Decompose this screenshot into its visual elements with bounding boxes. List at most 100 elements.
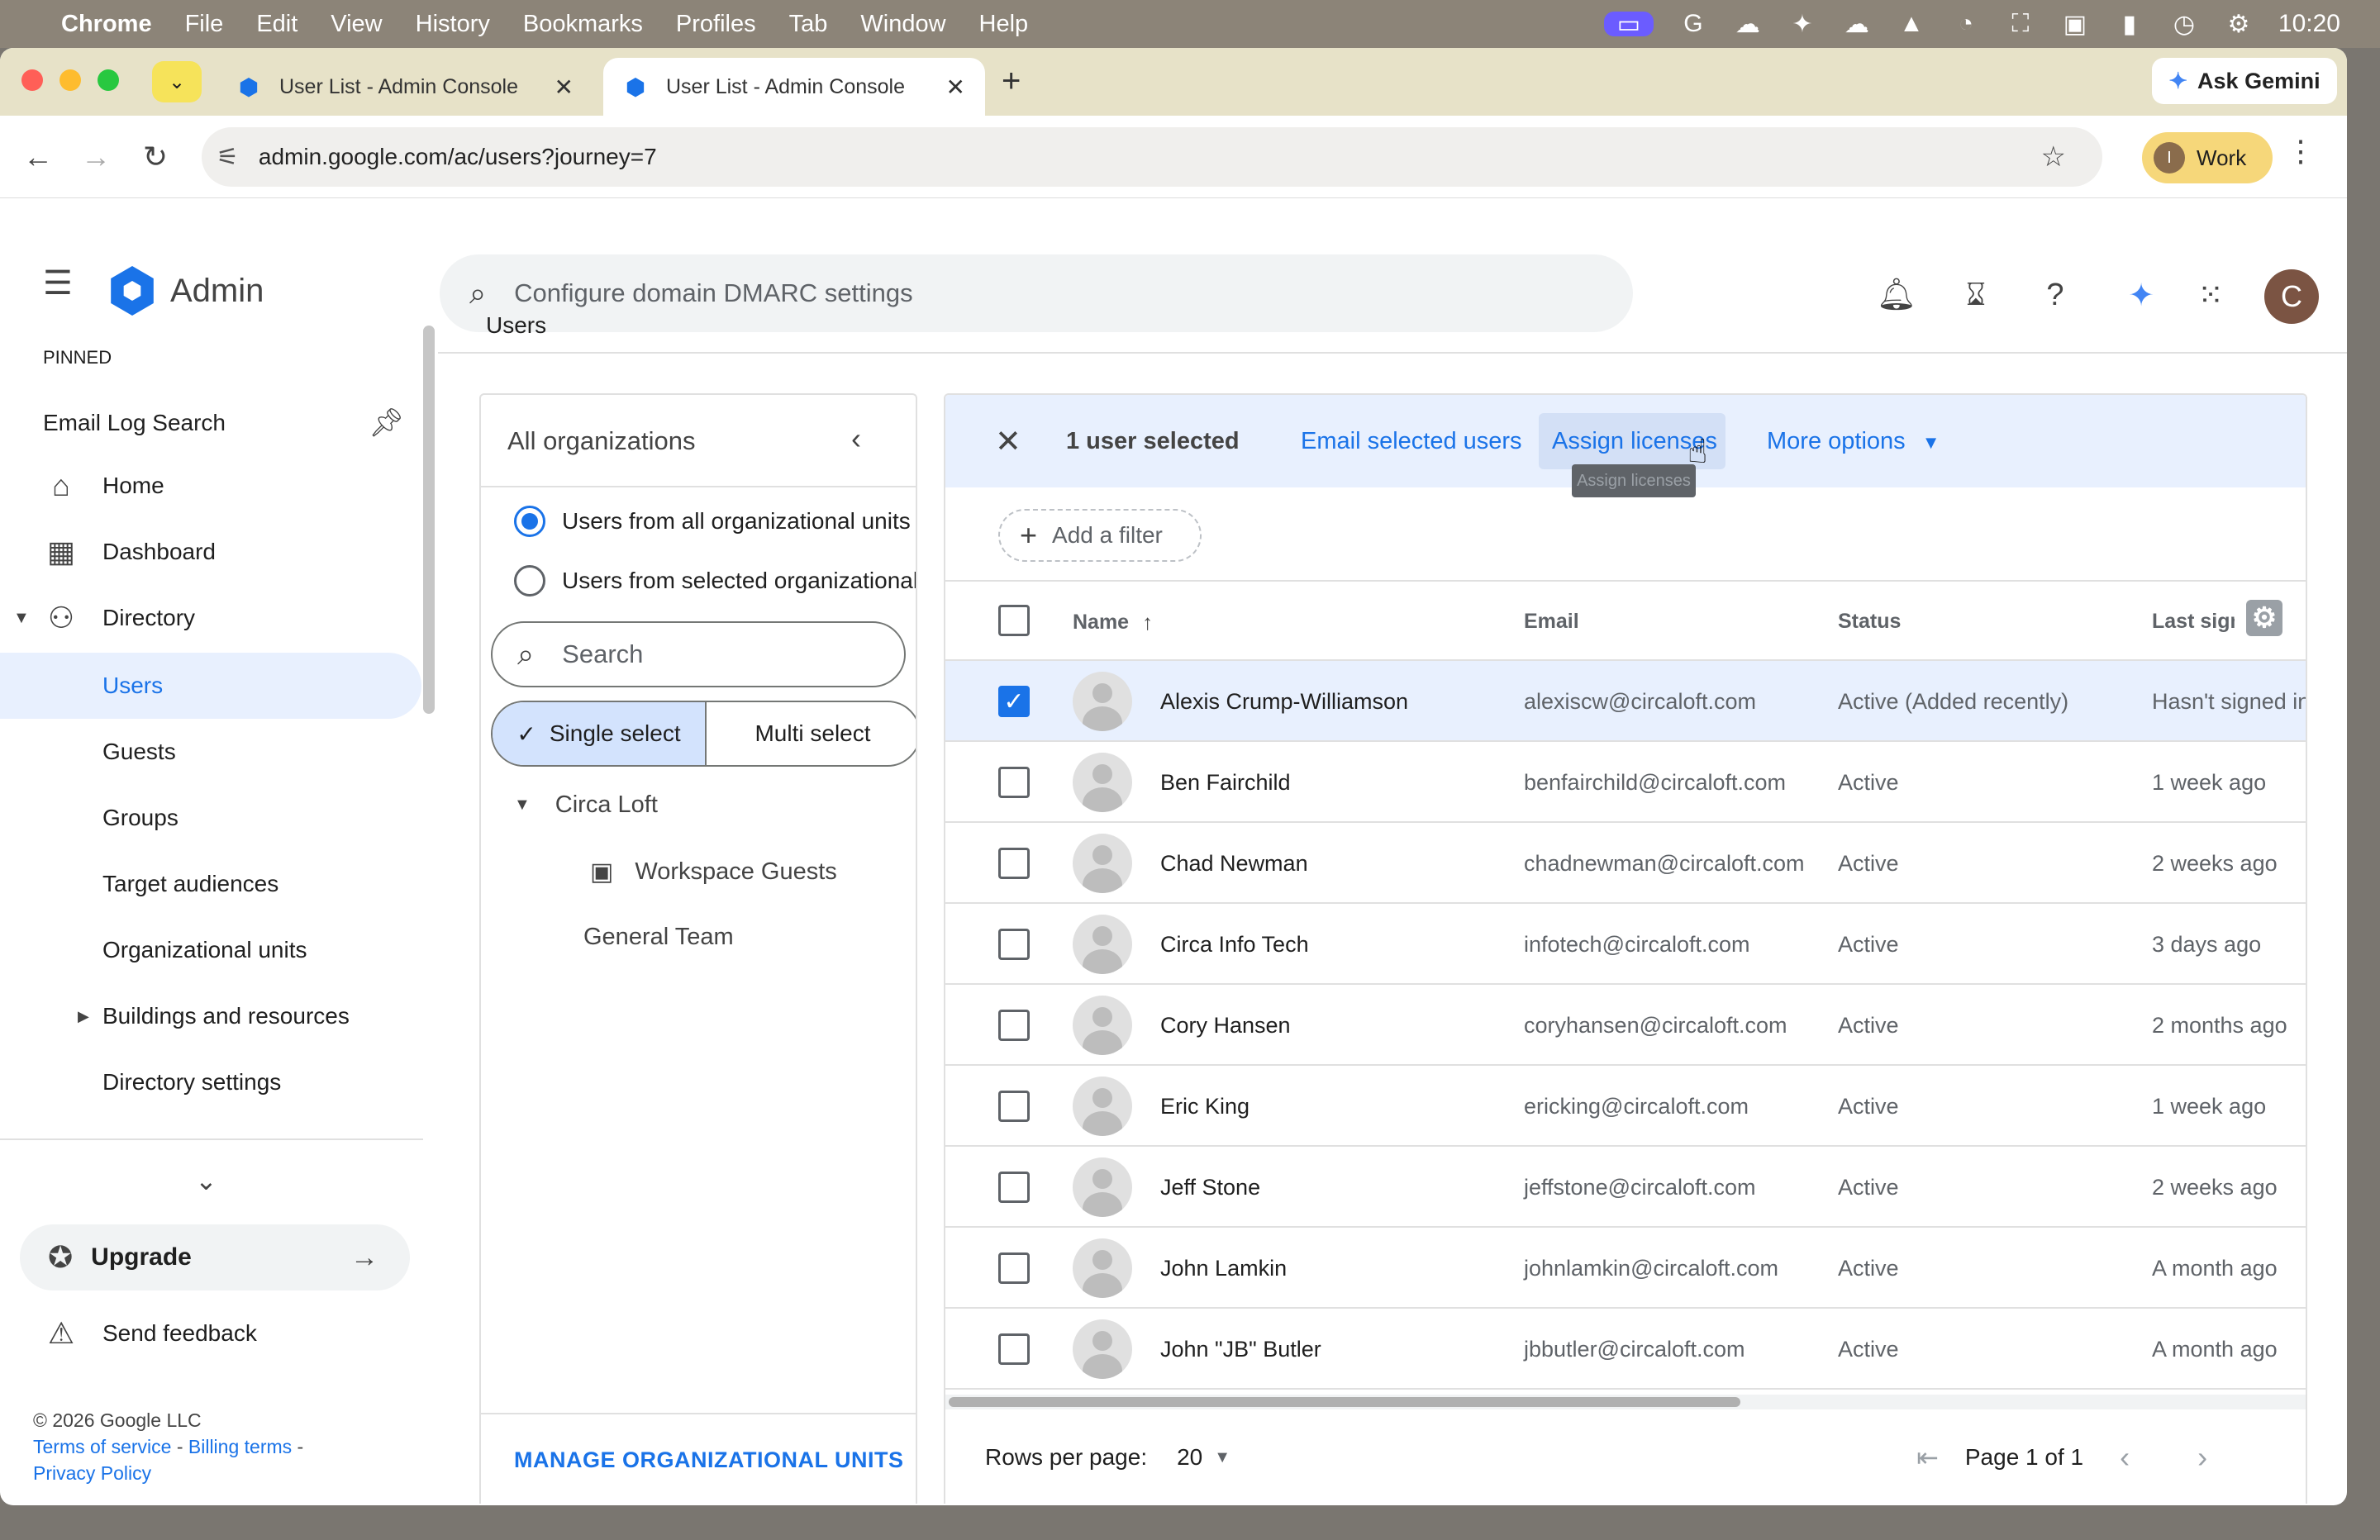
- menu-edit[interactable]: Edit: [256, 11, 298, 38]
- tab-2-active[interactable]: ⬢ User List - Admin Console ✕: [603, 58, 985, 116]
- user-name[interactable]: John Lamkin: [1160, 1228, 1287, 1309]
- creative-cloud-icon[interactable]: ☁: [1842, 11, 1872, 38]
- sidebar-item-organizational-units[interactable]: Organizational units: [0, 917, 421, 983]
- bookmark-star-icon[interactable]: ☆: [2041, 140, 2066, 173]
- close-tab-icon[interactable]: ✕: [946, 74, 965, 101]
- menu-chrome[interactable]: Chrome: [61, 11, 152, 38]
- sparkle-icon[interactable]: ✦: [1787, 11, 1817, 38]
- horizontal-scrollbar-thumb[interactable]: [949, 1397, 1740, 1407]
- profile-button[interactable]: I Work: [2142, 132, 2273, 183]
- email-selected-users-button[interactable]: Email selected users: [1301, 428, 1522, 455]
- select-all-checkbox[interactable]: [998, 605, 1030, 636]
- add-filter-button[interactable]: + Add a filter: [998, 509, 1202, 562]
- radio-selected-units[interactable]: Users from selected organizational units: [514, 565, 916, 597]
- battery-icon[interactable]: ▮: [2115, 11, 2144, 38]
- sidebar-item-target-audiences[interactable]: Target audiences: [0, 851, 421, 917]
- menu-tab[interactable]: Tab: [789, 11, 828, 38]
- row-checkbox[interactable]: [998, 1010, 1030, 1041]
- new-tab-icon[interactable]: +: [1002, 63, 1021, 100]
- menu-bookmarks[interactable]: Bookmarks: [523, 11, 643, 38]
- sidebar-item-directory-settings[interactable]: Directory settings: [0, 1049, 421, 1115]
- user-name[interactable]: Chad Newman: [1160, 823, 1308, 904]
- next-page-chevron-icon[interactable]: ›: [2197, 1440, 2207, 1475]
- horizontal-scrollbar[interactable]: [945, 1395, 2306, 1409]
- radio-all-units[interactable]: Users from all organizational units: [514, 506, 911, 537]
- close-tab-icon[interactable]: ✕: [555, 74, 574, 101]
- column-header-email[interactable]: Email: [1524, 610, 1579, 634]
- help-icon[interactable]: ?: [2035, 274, 2076, 316]
- single-select-button[interactable]: ✓ Single select: [493, 702, 707, 765]
- user-name[interactable]: Alexis Crump-Williamson: [1160, 661, 1408, 742]
- terms-link[interactable]: Terms of service: [33, 1436, 171, 1457]
- apps-grid-icon[interactable]: ⁙: [2190, 274, 2231, 316]
- row-checkbox-checked[interactable]: ✓: [998, 686, 1030, 717]
- cloud-sync-icon[interactable]: ☁: [1733, 11, 1763, 38]
- column-header-last-sign-in[interactable]: Last sign in: [2152, 610, 2235, 634]
- menubar-clock[interactable]: 10:20: [2278, 10, 2340, 38]
- menu-help[interactable]: Help: [979, 11, 1029, 38]
- manage-org-units-link[interactable]: MANAGE ORGANIZATIONAL UNITS: [514, 1447, 904, 1473]
- user-name[interactable]: Circa Info Tech: [1160, 904, 1309, 985]
- menu-profiles[interactable]: Profiles: [676, 11, 756, 38]
- row-checkbox[interactable]: [998, 1091, 1030, 1122]
- table-row[interactable]: ✓ Alexis Crump-Williamson alexiscw@circa…: [945, 661, 2306, 742]
- address-bar[interactable]: ⚟ admin.google.com/ac/users?journey=7 ☆: [202, 127, 2102, 187]
- timer-icon[interactable]: ◔: [1951, 10, 1981, 37]
- row-checkbox[interactable]: [998, 767, 1030, 798]
- control-center-icon[interactable]: ⚙: [2224, 11, 2254, 38]
- table-row[interactable]: Jeff Stone jeffstone@circaloft.com Activ…: [945, 1147, 2306, 1228]
- tree-expand-caret-icon[interactable]: ▼: [514, 796, 531, 815]
- more-options-button[interactable]: More options ▼: [1767, 428, 1940, 455]
- table-row[interactable]: John Lamkin johnlamkin@circaloft.com Act…: [945, 1228, 2306, 1309]
- table-row[interactable]: John "JB" Butler jbbutler@circaloft.com …: [945, 1309, 2306, 1390]
- row-checkbox[interactable]: [998, 1333, 1030, 1365]
- send-feedback-item[interactable]: ⚠︎ Send feedback: [0, 1300, 421, 1367]
- show-more-chevron-icon[interactable]: ⌄: [195, 1165, 217, 1196]
- screen-share-icon[interactable]: ▭: [1603, 11, 1654, 38]
- user-name[interactable]: Ben Fairchild: [1160, 742, 1291, 823]
- column-header-name[interactable]: Name ↑: [1073, 610, 1153, 635]
- sidebar-scrollbar[interactable]: [423, 326, 435, 714]
- row-checkbox[interactable]: [998, 1252, 1030, 1284]
- drive-icon[interactable]: ▲: [1897, 10, 1926, 37]
- pinned-email-log-search[interactable]: Email Log Search: [43, 410, 226, 436]
- browser-menu-icon[interactable]: ⋮: [2286, 134, 2316, 169]
- time-machine-icon[interactable]: ◷: [2169, 11, 2199, 38]
- column-settings-gear-icon[interactable]: ⚙: [2246, 600, 2282, 636]
- org-tree-circa-loft[interactable]: ▼ Circa Loft: [514, 791, 658, 819]
- gemini-icon[interactable]: ✦: [2121, 274, 2162, 316]
- sidebar-item-users[interactable]: Users: [0, 653, 421, 719]
- unpin-icon[interactable]: 📌︎: [369, 406, 404, 440]
- menu-history[interactable]: History: [416, 11, 490, 38]
- sidebar-item-home[interactable]: ⌂ Home: [0, 453, 421, 519]
- user-name[interactable]: Cory Hansen: [1160, 985, 1291, 1066]
- ask-gemini-button[interactable]: ✦ Ask Gemini: [2152, 58, 2337, 104]
- user-name[interactable]: Eric King: [1160, 1066, 1250, 1147]
- row-checkbox[interactable]: [998, 848, 1030, 879]
- sidebar-item-dashboard[interactable]: ▦ Dashboard: [0, 519, 421, 585]
- first-page-icon[interactable]: ⇤: [1916, 1442, 1939, 1473]
- table-row[interactable]: Ben Fairchild benfairchild@circaloft.com…: [945, 742, 2306, 823]
- upgrade-button[interactable]: ✪ Upgrade →: [20, 1224, 410, 1290]
- org-tree-workspace-guests[interactable]: ▣ Workspace Guests: [590, 858, 837, 886]
- table-row[interactable]: Circa Info Tech infotech@circaloft.com A…: [945, 904, 2306, 985]
- menu-view[interactable]: View: [331, 11, 382, 38]
- row-checkbox[interactable]: [998, 1172, 1030, 1203]
- collapse-panel-chevron-icon[interactable]: ‹: [851, 421, 861, 456]
- clipboard-icon[interactable]: ▣: [2060, 11, 2090, 38]
- account-avatar[interactable]: C: [2264, 269, 2319, 324]
- breadcrumb[interactable]: Users: [486, 312, 546, 339]
- privacy-link[interactable]: Privacy Policy: [33, 1462, 151, 1484]
- clear-selection-close-icon[interactable]: ✕: [995, 423, 1021, 460]
- billing-terms-link[interactable]: Billing terms: [188, 1436, 292, 1457]
- table-row[interactable]: Eric King ericking@circaloft.com Active …: [945, 1066, 2306, 1147]
- sidebar-item-guests[interactable]: Guests: [0, 719, 421, 785]
- sidebar-item-directory[interactable]: ▼ ⚇ Directory: [0, 585, 421, 651]
- sidebar-item-groups[interactable]: Groups: [0, 785, 421, 851]
- user-name[interactable]: Jeff Stone: [1160, 1147, 1260, 1228]
- table-row[interactable]: Cory Hansen coryhansen@circaloft.com Act…: [945, 985, 2306, 1066]
- org-tree-general-team[interactable]: General Team: [583, 924, 734, 951]
- rows-per-page-select[interactable]: 20 ▼: [1177, 1444, 1230, 1471]
- notifications-bell-icon[interactable]: 🔔︎: [1876, 274, 1917, 316]
- org-search-input[interactable]: ⌕ Search: [491, 621, 906, 687]
